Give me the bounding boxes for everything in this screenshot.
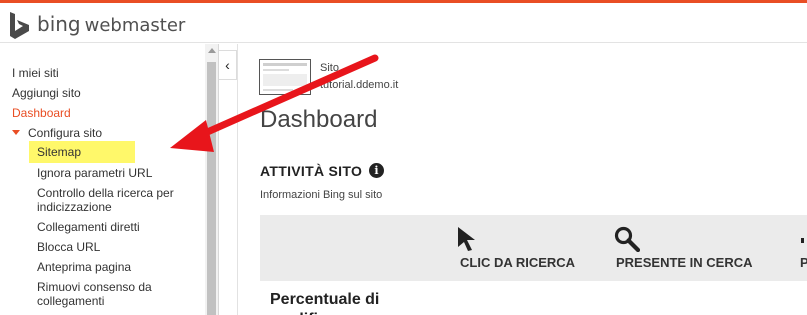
cursor-icon bbox=[458, 227, 475, 251]
main-edge bbox=[237, 44, 238, 315]
chevron-left-icon[interactable]: ‹ bbox=[219, 50, 237, 80]
site-label[interactable]: Sito bbox=[320, 62, 339, 74]
row-label-line1: Percentuale di bbox=[270, 291, 380, 308]
sidebar-scrollbar[interactable] bbox=[205, 44, 218, 315]
sidebar-item-dashboard[interactable]: Dashboard bbox=[12, 106, 71, 120]
brand-webmaster: webmaster bbox=[84, 15, 186, 36]
info-icon[interactable]: i bbox=[369, 163, 384, 178]
bing-logo-icon[interactable] bbox=[9, 12, 31, 40]
sidebar-item-aggiungi-sito[interactable]: Aggiungi sito bbox=[12, 86, 81, 100]
column-clic-da-ricerca[interactable]: CLIC DA RICERCA bbox=[460, 255, 575, 270]
row-label-line2: modifica bbox=[270, 310, 379, 315]
sidebar-subitem-anteprima-pagina[interactable]: Anteprima pagina bbox=[37, 260, 131, 274]
section-title: ATTIVITÀ SITO bbox=[260, 163, 363, 179]
stats-table-header bbox=[260, 215, 807, 281]
site-thumbnail[interactable] bbox=[259, 59, 311, 95]
row-label-percentuale: Percentuale di modifica bbox=[270, 290, 379, 315]
sidebar-divider bbox=[218, 44, 219, 315]
header: bing webmaster bbox=[0, 3, 807, 43]
column-presente-in-cerca[interactable]: PRESENTE IN CERCA bbox=[616, 255, 753, 270]
sidebar-subitem-ignora-parametri[interactable]: Ignora parametri URL bbox=[37, 166, 152, 180]
sidebar-subitem-controllo-ricerca[interactable]: Controllo della ricerca per indicizzazio… bbox=[37, 186, 197, 214]
sidebar-item-configura-sito[interactable]: Configura sito bbox=[28, 126, 102, 140]
partial-column-icon bbox=[801, 238, 804, 243]
search-icon bbox=[614, 226, 640, 252]
scroll-thumb[interactable] bbox=[207, 62, 216, 315]
caret-down-icon bbox=[12, 130, 20, 135]
sidebar-item-miei-siti[interactable]: I miei siti bbox=[12, 66, 59, 80]
site-url: tutorial.ddemo.it bbox=[320, 79, 399, 91]
sidebar-subitem-blocca-url[interactable]: Blocca URL bbox=[37, 240, 100, 254]
brand-title[interactable]: bing webmaster bbox=[37, 12, 185, 37]
column-partial[interactable]: P bbox=[800, 255, 807, 270]
scroll-up-icon[interactable] bbox=[208, 48, 216, 53]
brand-bing: bing bbox=[37, 12, 81, 36]
sidebar-subitem-sitemap[interactable]: Sitemap bbox=[29, 141, 135, 163]
section-subtitle: Informazioni Bing sul sito bbox=[260, 189, 383, 201]
sidebar-subitem-rimuovi-consenso[interactable]: Rimuovi consenso da collegamenti bbox=[37, 280, 177, 308]
sidebar-subitem-collegamenti-diretti[interactable]: Collegamenti diretti bbox=[37, 220, 140, 234]
page-title: Dashboard bbox=[260, 106, 378, 133]
